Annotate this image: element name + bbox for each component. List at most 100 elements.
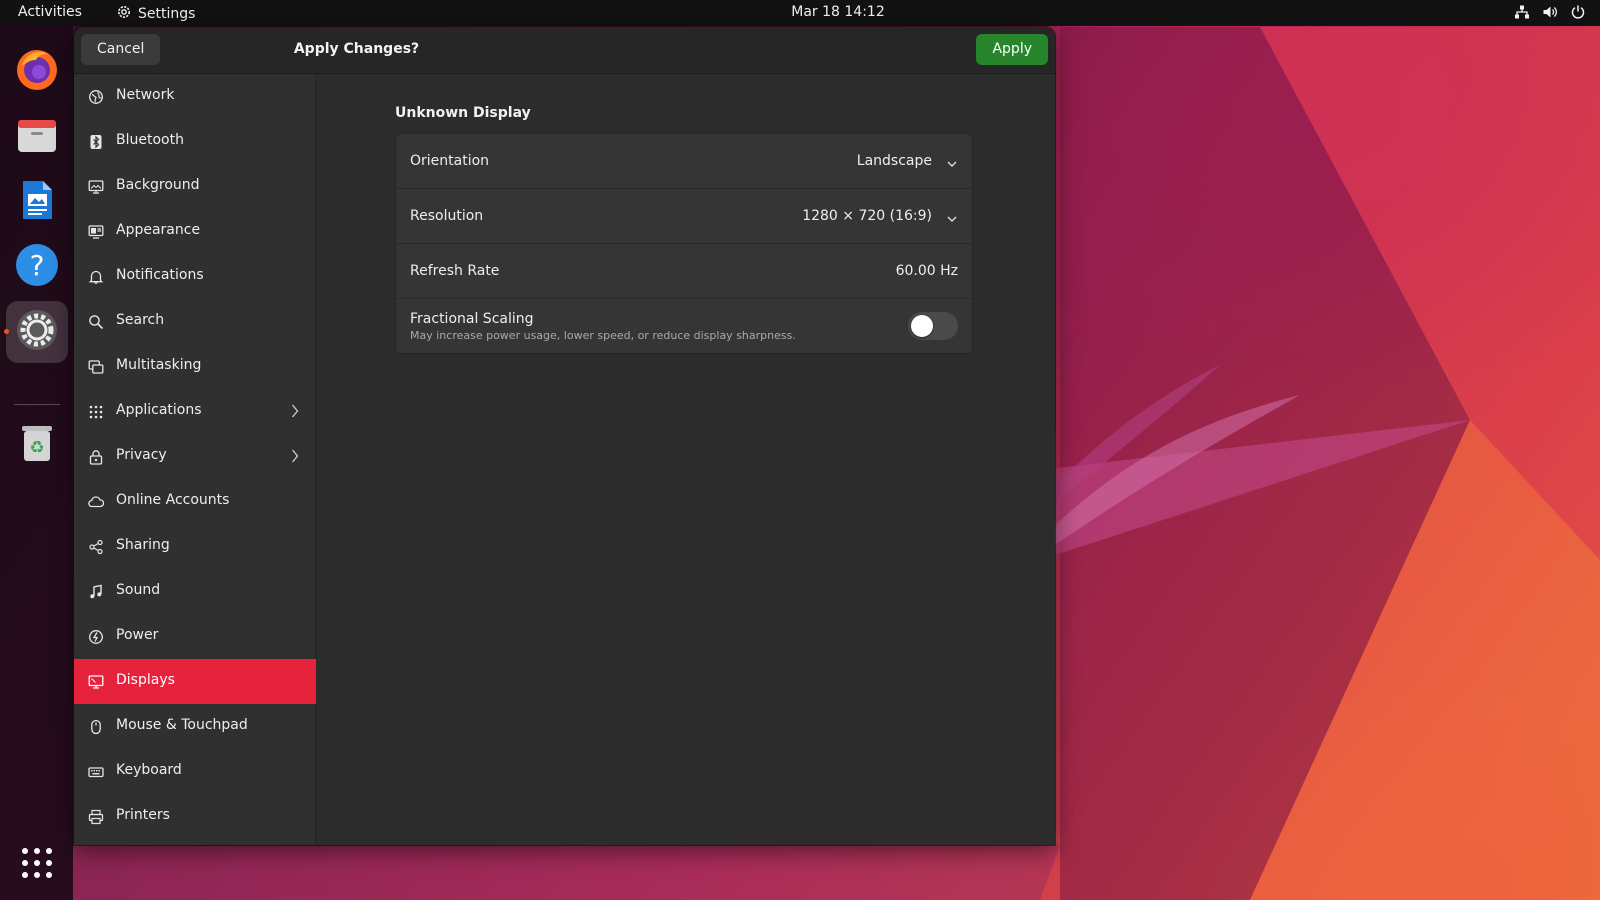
- app-grid-icon: [20, 846, 54, 884]
- chevron-right-icon: [290, 403, 300, 423]
- fractional-scaling-row: Fractional Scaling May increase power us…: [396, 299, 972, 353]
- header-bar: Cancel Apply Changes? Apply: [74, 27, 1055, 74]
- network-wired-icon: [1514, 4, 1530, 20]
- refresh-rate-value: 60.00 Hz: [895, 263, 958, 279]
- dock-firefox[interactable]: [6, 40, 68, 102]
- sidebar-item-label: Online Accounts: [116, 492, 230, 508]
- system-status-area[interactable]: [1514, 4, 1586, 20]
- sidebar-item-label: Power: [116, 627, 159, 643]
- refresh-rate-label: Refresh Rate: [410, 263, 500, 279]
- bluetooth-icon: [87, 133, 105, 151]
- sidebar-item-mouse-touchpad[interactable]: Mouse & Touchpad: [74, 704, 316, 749]
- display-icon: [87, 673, 105, 691]
- monitor-icon: [87, 178, 105, 196]
- sidebar-item-applications[interactable]: Applications: [74, 389, 316, 434]
- sidebar-item-label: Network: [116, 87, 175, 103]
- dock-settings[interactable]: [6, 301, 68, 363]
- fractional-scaling-label: Fractional Scaling: [410, 311, 534, 327]
- sidebar-item-label: Mouse & Touchpad: [116, 717, 248, 733]
- sidebar-item-label: Sharing: [116, 537, 170, 553]
- sidebar-item-keyboard[interactable]: Keyboard: [74, 749, 316, 794]
- files-icon: [14, 112, 60, 162]
- chevron-down-icon: [946, 155, 958, 174]
- music-note-icon: [87, 583, 105, 601]
- settings-window: Cancel Apply Changes? Apply Network Blue…: [74, 27, 1055, 845]
- sidebar-item-background[interactable]: Background: [74, 164, 316, 209]
- fractional-scaling-toggle[interactable]: [908, 312, 958, 340]
- resolution-row[interactable]: Resolution 1280 × 720 (16:9): [396, 189, 972, 244]
- sidebar-item-label: Bluetooth: [116, 132, 184, 148]
- mouse-icon: [87, 718, 105, 736]
- sidebar-item-label: Appearance: [116, 222, 201, 238]
- printer-icon: [87, 808, 105, 826]
- sidebar-item-displays[interactable]: Displays: [74, 659, 316, 704]
- sidebar-item-label: Sound: [116, 582, 161, 598]
- bell-icon: [87, 268, 105, 286]
- resolution-value: 1280 × 720 (16:9): [802, 208, 932, 224]
- sidebar-item-label: Applications: [116, 402, 202, 418]
- sidebar-item-online-accounts[interactable]: Online Accounts: [74, 479, 316, 524]
- orientation-value: Landscape: [856, 153, 932, 169]
- sidebar-item-network[interactable]: Network: [74, 74, 316, 119]
- orientation-label: Orientation: [410, 153, 490, 169]
- power-menu-icon: [1570, 4, 1586, 20]
- clock[interactable]: Mar 18 14:12: [791, 4, 884, 20]
- dock-writer[interactable]: [6, 171, 68, 233]
- volume-icon: [1542, 4, 1558, 20]
- appearance-icon: [87, 223, 105, 241]
- svg-text:?: ?: [30, 249, 45, 282]
- sidebar-item-bluetooth[interactable]: Bluetooth: [74, 119, 316, 164]
- settings-icon: [14, 307, 60, 357]
- refresh-rate-row[interactable]: Refresh Rate 60.00 Hz: [396, 244, 972, 299]
- sidebar-item-privacy[interactable]: Privacy: [74, 434, 316, 479]
- dock-show-apps[interactable]: [6, 834, 68, 896]
- sidebar-item-notifications[interactable]: Notifications: [74, 254, 316, 299]
- sidebar-item-appearance[interactable]: Appearance: [74, 209, 316, 254]
- display-settings-list: Orientation Landscape Resolution 1280 × …: [395, 133, 973, 354]
- sidebar-item-label: Search: [116, 312, 165, 328]
- toggle-knob: [911, 315, 933, 337]
- sidebar-item-label: Privacy: [116, 447, 167, 463]
- app-menu-label: Settings: [138, 6, 196, 22]
- dock-help[interactable]: ?: [6, 236, 68, 298]
- sidebar-item-label: Keyboard: [116, 762, 182, 778]
- dock-files[interactable]: [6, 106, 68, 168]
- sidebar-item-label: Printers: [116, 807, 170, 823]
- search-icon: [87, 313, 105, 331]
- power-icon: [87, 628, 105, 646]
- writer-icon: [14, 177, 60, 227]
- sidebar-item-label: Notifications: [116, 267, 204, 283]
- cloud-icon: [87, 493, 105, 511]
- app-menu[interactable]: Settings: [116, 4, 195, 24]
- sidebar-item-sharing[interactable]: Sharing: [74, 524, 316, 569]
- dock: ? ♻: [0, 26, 73, 900]
- orientation-row[interactable]: Orientation Landscape: [396, 134, 972, 189]
- globe-icon: [87, 88, 105, 106]
- sidebar-item-sound[interactable]: Sound: [74, 569, 316, 614]
- fractional-scaling-description: May increase power usage, lower speed, o…: [410, 329, 796, 342]
- displays-panel: Unknown Display Orientation Landscape Re…: [317, 74, 1055, 845]
- apply-button[interactable]: Apply: [976, 34, 1048, 65]
- sidebar-item-power[interactable]: Power: [74, 614, 316, 659]
- resolution-label: Resolution: [410, 208, 484, 224]
- dialog-title: Apply Changes?: [293, 41, 420, 57]
- sidebar-item-multitasking[interactable]: Multitasking: [74, 344, 316, 389]
- sidebar-item-printers[interactable]: Printers: [74, 794, 316, 839]
- help-icon: ?: [14, 242, 60, 292]
- settings-sidebar: Network Bluetooth Background Appearance …: [74, 74, 316, 845]
- running-indicator: [4, 329, 9, 334]
- keyboard-icon: [87, 763, 105, 781]
- lock-icon: [87, 448, 105, 466]
- chevron-down-icon: [946, 210, 958, 229]
- grid-icon: [87, 403, 105, 421]
- gear-icon: [116, 4, 132, 24]
- activities-button[interactable]: Activities: [18, 4, 82, 20]
- sidebar-item-label: Displays: [116, 672, 175, 688]
- dock-separator: [14, 404, 60, 405]
- firefox-icon: [14, 46, 60, 96]
- sidebar-item-search[interactable]: Search: [74, 299, 316, 344]
- multitasking-icon: [87, 358, 105, 376]
- display-name-heading: Unknown Display: [395, 105, 531, 121]
- trash-icon: ♻: [14, 420, 60, 470]
- dock-trash[interactable]: ♻: [6, 414, 68, 476]
